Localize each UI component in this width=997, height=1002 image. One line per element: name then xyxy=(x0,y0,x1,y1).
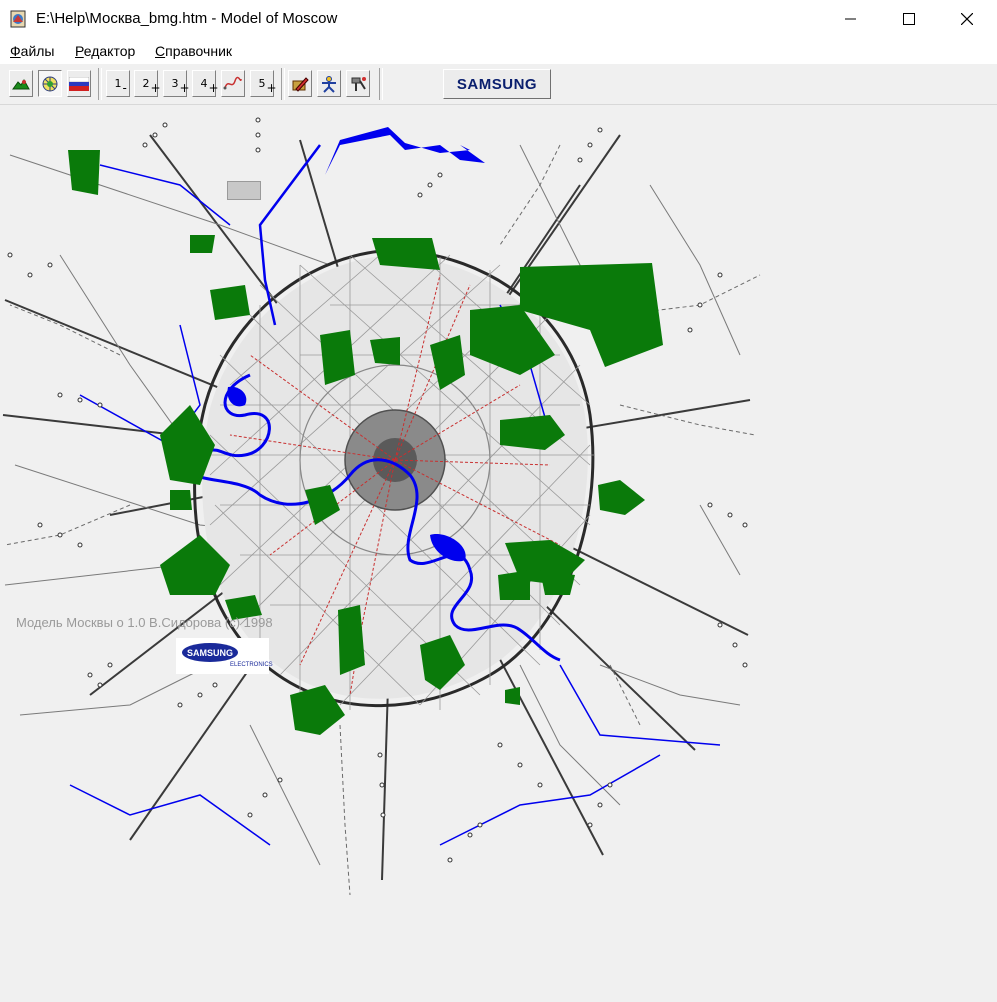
menu-editor[interactable]: Редактор xyxy=(75,43,135,59)
moscow-map[interactable] xyxy=(0,105,997,1002)
menu-reference-label: правочник xyxy=(165,43,233,59)
level-1-sign: - xyxy=(122,81,127,95)
level-1-label: 1 xyxy=(114,77,122,90)
tool-icon xyxy=(351,76,366,91)
person-button[interactable] xyxy=(317,70,341,97)
menu-bar xyxy=(0,38,997,64)
level-3-sign: + xyxy=(179,81,190,95)
level-3-button[interactable]: 3 + xyxy=(163,70,190,97)
level-3-label: 3 xyxy=(171,77,179,90)
toolbar-separator xyxy=(98,68,102,100)
minimize-icon xyxy=(845,18,856,20)
level-2-button[interactable]: 2 + xyxy=(134,70,161,97)
level-2-label: 2 xyxy=(142,77,150,90)
close-icon xyxy=(961,13,973,25)
map-tree-icon xyxy=(12,78,30,89)
close-button[interactable] xyxy=(938,0,996,38)
khimki-reservoir xyxy=(325,127,485,175)
menu-reference-hotkey: С xyxy=(155,43,166,59)
maximize-button[interactable] xyxy=(880,0,938,38)
level-1-button[interactable]: 1- xyxy=(106,70,130,97)
person-icon xyxy=(322,75,336,93)
menu-files-hotkey: Ф xyxy=(10,43,21,59)
russia-view-button[interactable] xyxy=(67,70,91,97)
samsung-logo-text: SAMSUNG xyxy=(182,643,238,662)
tool-button[interactable] xyxy=(346,70,370,97)
level-5-button[interactable]: 5 + xyxy=(250,70,277,97)
map-canvas[interactable]: Модель Москвы о 1.0 В.Сидорова (c) 1998 … xyxy=(0,105,997,1002)
route-icon xyxy=(223,76,242,89)
menu-files-label: айлы xyxy=(20,43,55,59)
samsung-logo-subtext: ELECTRONICS xyxy=(230,662,273,668)
menu-editor-label: едактор xyxy=(83,43,136,59)
level-4-label: 4 xyxy=(200,77,208,90)
globe-icon xyxy=(42,76,58,91)
toolbar-separator xyxy=(379,68,383,100)
pencil-icon xyxy=(292,76,309,92)
app-icon xyxy=(10,10,26,28)
level-5-label: 5 xyxy=(258,77,266,90)
map-view-button[interactable] xyxy=(9,70,33,97)
level-2-sign: + xyxy=(150,81,161,95)
edit-button[interactable] xyxy=(288,70,312,97)
toolbar-separator xyxy=(281,68,285,100)
level-4-button[interactable]: 4 + xyxy=(192,70,219,97)
route-button[interactable] xyxy=(221,70,245,97)
level-5-sign: + xyxy=(266,81,277,95)
map-watermark: Модель Москвы о 1.0 В.Сидорова (c) 1998 xyxy=(16,615,273,630)
russia-flag-icon xyxy=(69,76,89,91)
menu-files[interactable]: Файлы xyxy=(10,43,55,59)
level-4-sign: + xyxy=(208,81,219,95)
map-marker-box xyxy=(227,181,261,200)
minimize-button[interactable] xyxy=(822,0,880,38)
samsung-logo: SAMSUNG ELECTRONICS xyxy=(176,638,273,674)
menu-reference[interactable]: Справочник xyxy=(155,43,232,59)
globe-view-button[interactable] xyxy=(38,70,62,97)
window-title: E:\Help\Москва_bmg.htm - Model of Moscow xyxy=(36,10,338,27)
maximize-icon xyxy=(903,13,915,25)
menu-editor-hotkey: Р xyxy=(75,43,84,59)
title-bar: E:\Help\Москва_bmg.htm - Model of Moscow xyxy=(0,0,997,38)
samsung-button[interactable]: SAMSUNG xyxy=(443,69,551,99)
